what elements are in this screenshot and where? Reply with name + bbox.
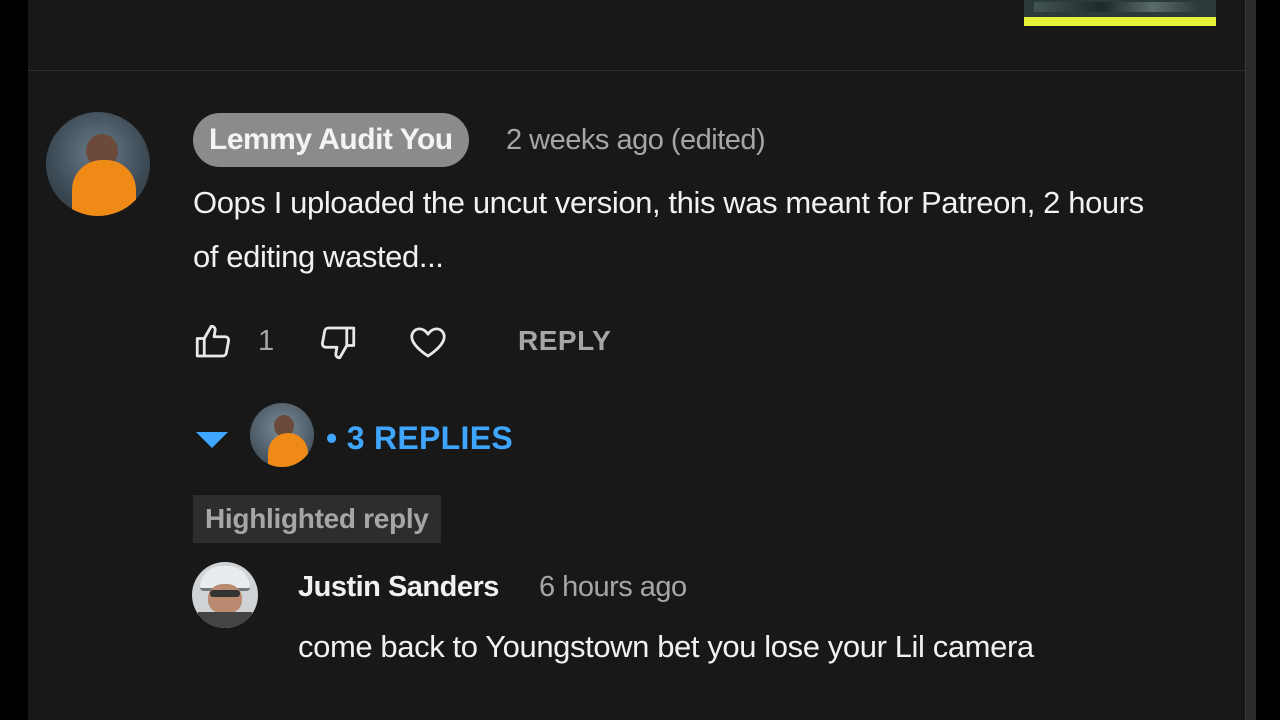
video-thumbnail-strip bbox=[1024, 0, 1216, 26]
heart-icon bbox=[410, 327, 446, 358]
view-replies-toggle[interactable]: • 3 REPLIES bbox=[188, 398, 548, 474]
reply-button[interactable]: REPLY bbox=[504, 318, 625, 364]
comment-author-chip[interactable]: Lemmy Audit You bbox=[193, 113, 469, 167]
dislike-button[interactable] bbox=[316, 320, 360, 364]
commenter-avatar[interactable] bbox=[46, 112, 150, 216]
like-count: 1 bbox=[258, 325, 275, 357]
highlighted-reply-badge: Highlighted reply bbox=[193, 495, 441, 543]
thumbs-down-icon bbox=[320, 326, 356, 360]
avatar-glasses bbox=[210, 590, 240, 597]
avatar-shirt bbox=[198, 612, 252, 628]
replies-count-label: • 3 REPLIES bbox=[326, 420, 514, 456]
avatar-body bbox=[72, 160, 136, 216]
avatar-face bbox=[208, 584, 242, 614]
avatar-body bbox=[268, 433, 308, 467]
comment-timestamp[interactable]: 2 weeks ago (edited) bbox=[506, 120, 766, 160]
comments-panel: Lemmy Audit You 2 weeks ago (edited) Oop… bbox=[28, 0, 1245, 720]
reply-author-avatar[interactable] bbox=[192, 562, 258, 628]
comment-text: Oops I uploaded the uncut version, this … bbox=[193, 185, 1144, 274]
creator-reply-avatar bbox=[250, 403, 314, 467]
heart-button[interactable] bbox=[406, 320, 450, 364]
divider bbox=[28, 70, 1245, 71]
thumbnail-image bbox=[1034, 2, 1204, 12]
reply-text: come back to Youngstown bet you lose you… bbox=[298, 629, 1034, 664]
thumbs-up-icon bbox=[195, 324, 231, 358]
reply-timestamp[interactable]: 6 hours ago bbox=[539, 567, 687, 607]
like-button[interactable] bbox=[191, 320, 235, 364]
scrollbar[interactable] bbox=[1245, 0, 1256, 720]
reply-author-name[interactable]: Justin Sanders bbox=[298, 566, 499, 608]
thumbnail-caption-bar bbox=[1024, 17, 1216, 26]
caret-down-icon bbox=[196, 432, 228, 448]
